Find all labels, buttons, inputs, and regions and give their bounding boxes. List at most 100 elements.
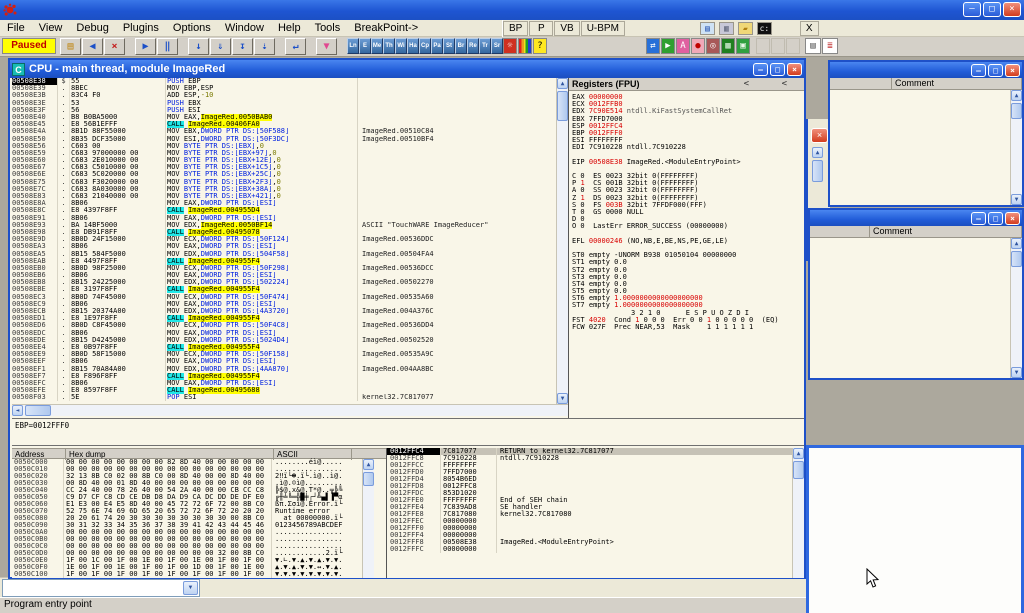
tab-button-re[interactable]: Re bbox=[467, 38, 479, 54]
command-combobox[interactable]: ▼ bbox=[2, 579, 200, 597]
register-line[interactable]: EFL 00000246 (NO,NB,E,BE,NS,PE,GE,LE) bbox=[572, 238, 804, 245]
register-line[interactable]: EDI 7C910228 ntdll.7C910228 bbox=[572, 144, 804, 151]
options-icon[interactable]: ☼ bbox=[503, 38, 517, 54]
column-header[interactable] bbox=[810, 226, 870, 238]
registers-nav-buttons[interactable]: < < bbox=[730, 79, 801, 89]
notepad-icon[interactable]: ▤ bbox=[700, 22, 715, 35]
band-button-p[interactable]: P bbox=[529, 21, 553, 36]
disassembly-pane[interactable]: 00508E38$55PUSH EBP00508E39.8BECMOV EBP,… bbox=[12, 78, 568, 404]
menu-window[interactable]: Window bbox=[218, 21, 271, 35]
scrollbar-thumb[interactable] bbox=[812, 160, 823, 182]
disasm-row[interactable]: 00508E56.C603 00MOV BYTE PTR DS:[EBX],0 bbox=[12, 143, 567, 150]
menu-breakpointgt[interactable]: BreakPoint-> bbox=[347, 21, 425, 35]
step-over-button[interactable]: ⇓ bbox=[210, 38, 231, 55]
disasm-row[interactable]: 00508EEF.8B06MOV EAX,DWORD PTR DS:[ESI] bbox=[12, 358, 567, 365]
combo-dropdown-icon[interactable]: ▼ bbox=[183, 581, 198, 595]
folder-icon[interactable]: ▰ bbox=[738, 22, 753, 35]
register-line[interactable]: O 0 LastErr ERROR_SUCCESS (00000000) bbox=[572, 223, 804, 230]
close-button[interactable]: × bbox=[1005, 212, 1020, 225]
disasm-row[interactable]: 00508EA3.8B06MOV EAX,DWORD PTR DS:[ESI] bbox=[12, 243, 567, 250]
restore-button[interactable]: □ bbox=[983, 2, 1001, 17]
register-line[interactable]: T 0 GS 0000 NULL bbox=[572, 209, 804, 216]
go-to-address-button[interactable]: ▼ bbox=[316, 38, 337, 55]
dump-row[interactable]: 0050C1001F 00 1F 00 1F 00 1F 00 1F 00 1F… bbox=[12, 571, 386, 578]
register-line[interactable]: EIP 00508E38 ImageRed.<ModuleEntryPoint> bbox=[572, 159, 804, 166]
winA-titlebar[interactable]: – □ × bbox=[830, 62, 1022, 78]
disasm-row[interactable]: 00508ED6.8B0D C8F45000MOV ECX,DWORD PTR … bbox=[12, 322, 567, 329]
menu-options[interactable]: Options bbox=[166, 21, 218, 35]
swap-arrows-icon[interactable]: ⇄ bbox=[646, 38, 660, 54]
help-icon[interactable]: ? bbox=[533, 38, 547, 54]
tab-button-cp[interactable]: Cp bbox=[419, 38, 431, 54]
winC-titlebar[interactable]: – □ × bbox=[810, 210, 1022, 226]
disasm-row[interactable]: 00508EB6.8B06MOV EAX,DWORD PTR DS:[ESI] bbox=[12, 272, 567, 279]
disasm-row[interactable]: 00508E40.B8 B0BA5000MOV EAX,ImageRed.005… bbox=[12, 114, 567, 121]
execute-till-return-button[interactable]: ↵ bbox=[285, 38, 306, 55]
disasm-row[interactable]: 00508EB8.8B15 24225000MOV EDX,DWORD PTR … bbox=[12, 279, 567, 286]
spiral-icon[interactable]: ◎ bbox=[706, 38, 720, 54]
grid-icon[interactable]: ▦ bbox=[721, 38, 735, 54]
minimize-button[interactable]: – bbox=[963, 2, 981, 17]
restart-button[interactable]: ◀ bbox=[82, 38, 103, 55]
menu-debug[interactable]: Debug bbox=[69, 21, 115, 35]
minimize-button[interactable]: – bbox=[971, 212, 986, 225]
disasm-row[interactable]: 00508EAB.E8 4497F8FFCALL ImageRed.004955… bbox=[12, 258, 567, 265]
disasm-row[interactable]: 00508E8A.8B06MOV EAX,DWORD PTR DS:[ESI] bbox=[12, 200, 567, 207]
tab-button-me[interactable]: Me bbox=[371, 38, 383, 54]
console-icon[interactable]: c: bbox=[757, 22, 772, 35]
band-close-button[interactable]: X bbox=[800, 21, 819, 36]
trace-into-button[interactable]: ↧ bbox=[232, 38, 253, 55]
tab-button-sr[interactable]: Sr bbox=[491, 38, 503, 54]
analyze-a-icon[interactable]: A bbox=[676, 38, 690, 54]
tab-button-br[interactable]: Br bbox=[455, 38, 467, 54]
close-button[interactable]: × bbox=[1005, 64, 1020, 77]
tab-button-pa[interactable]: Pa bbox=[431, 38, 443, 54]
disasm-row[interactable]: 00508EFE.E8 8597F8FFCALL ImageRed.004956… bbox=[12, 387, 567, 394]
close-button[interactable]: × bbox=[787, 63, 802, 76]
band-button-bp[interactable]: BP bbox=[503, 21, 528, 36]
disasm-row[interactable]: 00508E3E.53PUSH EBX bbox=[12, 100, 567, 107]
disasm-row[interactable]: 00508E38$55PUSH EBP bbox=[12, 78, 567, 85]
disasm-row[interactable]: 00508EF7.E8 F896F8FFCALL ImageRed.004955… bbox=[12, 373, 567, 380]
close-button[interactable]: × bbox=[1003, 2, 1021, 17]
disasm-row[interactable]: 00508E75.C683 F3020000 00MOV BYTE PTR DS… bbox=[12, 179, 567, 186]
disasm-row[interactable]: 00508E98.E8 DB91F8FFCALL ImageRed.004950… bbox=[12, 229, 567, 236]
disasm-row[interactable]: 00508E39.8BECMOV EBP,ESP bbox=[12, 85, 567, 92]
tab-button-tr[interactable]: Tr bbox=[479, 38, 491, 54]
disasm-row[interactable]: 00508E45.E8 56B1EFFFCALL ImageRed.00406F… bbox=[12, 121, 567, 128]
close-program-button[interactable]: × bbox=[104, 38, 125, 55]
menu-tools[interactable]: Tools bbox=[308, 21, 348, 35]
minimize-button[interactable]: – bbox=[753, 63, 768, 76]
tab-button-ln[interactable]: Ln bbox=[347, 38, 359, 54]
disasm-row[interactable]: 00508E8C.E8 4397F8FFCALL ImageRed.004955… bbox=[12, 207, 567, 214]
doc-icon[interactable]: ▤ bbox=[805, 38, 821, 54]
pause-button[interactable]: ‖ bbox=[157, 38, 178, 55]
registers-pane[interactable]: Registers (FPU) < < EAX 00000000ECX 0012… bbox=[568, 78, 804, 418]
disasm-row[interactable]: 00508EE9.8B0D 58F15000MOV ECX,DWORD PTR … bbox=[12, 351, 567, 358]
record-dot-icon[interactable]: ● bbox=[691, 38, 705, 54]
disasm-row[interactable]: 00508E67.C683 C5010000 00MOV BYTE PTR DS… bbox=[12, 164, 567, 171]
band-button-u-bpm[interactable]: U-BPM bbox=[581, 21, 625, 36]
menu-file[interactable]: File bbox=[0, 21, 32, 35]
register-line[interactable]: FCW 027F Prec NEAR,53 Mask 1 1 1 1 1 1 bbox=[572, 324, 804, 331]
open-file-button[interactable]: ▤ bbox=[60, 38, 81, 55]
disasm-row[interactable]: 00508E6E.C683 5C020000 00MOV BYTE PTR DS… bbox=[12, 171, 567, 178]
book-icon[interactable]: ▥ bbox=[719, 22, 734, 35]
disasm-row[interactable]: 00508E7C.C683 8A030000 00MOV BYTE PTR DS… bbox=[12, 186, 567, 193]
disasm-row[interactable]: 00508EF1.8B15 70A84A00MOV EDX,DWORD PTR … bbox=[12, 366, 567, 373]
disasm-row[interactable]: 00508E83.C683 21040000 00MOV BYTE PTR DS… bbox=[12, 193, 567, 200]
band-button-vb[interactable]: VB bbox=[554, 21, 579, 36]
disasm-row[interactable]: 00508E50.8B35 DCF35000MOV ESI,DWORD PTR … bbox=[12, 136, 567, 143]
disasm-row[interactable]: 00508E4A.8B1D 88F55000MOV EBX,DWORD PTR … bbox=[12, 128, 567, 135]
maximize-button[interactable]: □ bbox=[988, 64, 1003, 77]
appearance-icon[interactable] bbox=[518, 38, 532, 54]
tab-button-wi[interactable]: Wi bbox=[395, 38, 407, 54]
close-icon[interactable]: × bbox=[811, 128, 828, 143]
winA-scrollbar[interactable]: ▲ ▼ bbox=[1010, 90, 1022, 205]
window-icon[interactable]: ▣ bbox=[736, 38, 750, 54]
disasm-row[interactable]: 00508EDC.8B06MOV EAX,DWORD PTR DS:[ESI] bbox=[12, 330, 567, 337]
step-into-button[interactable]: ↓ bbox=[188, 38, 209, 55]
disasm-row[interactable]: 00508EFC.8B06MOV EAX,DWORD PTR DS:[ESI] bbox=[12, 380, 567, 387]
scroll-up-icon[interactable]: ▲ bbox=[812, 147, 823, 158]
list-edit-icon[interactable]: ≣ bbox=[822, 38, 838, 54]
